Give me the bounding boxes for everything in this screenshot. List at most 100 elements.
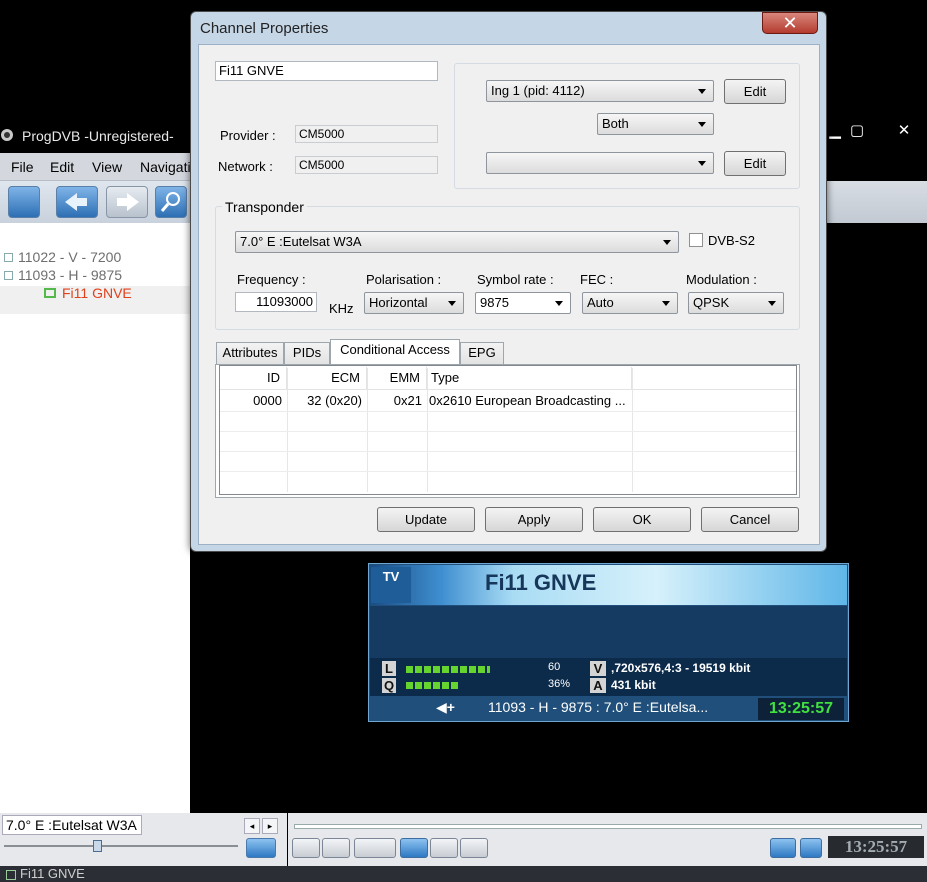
rewind-icon[interactable] <box>322 838 350 858</box>
collapse-minus-icon[interactable] <box>4 271 13 280</box>
main-window-title: ProgDVB -Unregistered- <box>22 128 174 144</box>
seek-bar[interactable] <box>294 824 922 829</box>
tree-item-transponder-2[interactable]: 11093 - H - 9875 <box>0 267 122 285</box>
column-header-ecm[interactable]: ECM <box>287 367 367 389</box>
pause-icon[interactable] <box>354 838 396 858</box>
subtitle-track-select[interactable] <box>486 152 714 174</box>
osd-quality-bar <box>406 682 460 689</box>
row-divider <box>220 411 796 412</box>
dvbs2-label: DVB-S2 <box>708 233 755 248</box>
cancel-button[interactable]: Cancel <box>701 507 799 532</box>
player-clock: 13:25:57 <box>828 836 924 858</box>
dialog-title: Channel Properties <box>200 20 329 37</box>
stop-icon[interactable] <box>400 838 428 858</box>
symbol-rate-combo[interactable]: 9875 <box>475 292 571 314</box>
tree-item-label: 11093 - H - 9875 <box>18 267 123 283</box>
osd-channel-name: Fi11 GNVE <box>485 570 597 595</box>
transponder-select[interactable]: 7.0° E :Eutelsat W3A <box>235 231 679 253</box>
audio-track-value: Ing 1 (pid: 4112) <box>491 83 585 98</box>
expand-plus-icon[interactable] <box>4 253 13 262</box>
ok-button[interactable]: OK <box>593 507 691 532</box>
symbol-rate-label: Symbol rate : <box>477 272 554 287</box>
osd-quality-value: 36% <box>548 678 571 690</box>
osd-video-info: ,720x576,4:3 - 19519 kbit <box>611 661 751 675</box>
polarisation-label: Polarisation : <box>366 272 442 287</box>
frequency-label: Frequency : <box>237 272 306 287</box>
speaker-icon[interactable] <box>246 838 276 858</box>
menu-edit[interactable]: Edit <box>50 159 74 175</box>
apply-button[interactable]: Apply <box>485 507 583 532</box>
fast-forward-icon[interactable] <box>430 838 458 858</box>
column-divider <box>427 368 428 492</box>
fec-select[interactable]: Auto <box>582 292 678 314</box>
network-field[interactable]: CM5000 <box>295 156 438 174</box>
dvbs2-checkbox[interactable] <box>689 233 703 247</box>
provider-field[interactable]: CM5000 <box>295 125 438 143</box>
modulation-select[interactable]: QPSK <box>688 292 784 314</box>
chevron-down-icon <box>555 301 563 306</box>
search-icon[interactable] <box>155 186 187 218</box>
fec-label: FEC : <box>580 272 614 287</box>
row-divider <box>220 431 796 432</box>
transponder-group-label: Transponder <box>222 199 307 215</box>
tab-pids[interactable]: PIDs <box>284 342 330 364</box>
forward-arrow-icon[interactable] <box>106 186 148 218</box>
transponder-value: 7.0° E :Eutelsat W3A <box>240 234 362 249</box>
polarisation-select[interactable]: Horizontal <box>364 292 464 314</box>
column-header-emm[interactable]: EMM <box>367 367 427 389</box>
column-header-type[interactable]: Type <box>427 367 632 389</box>
tree-item-channel[interactable]: Fi11 GNVE <box>44 285 132 303</box>
tab-epg[interactable]: EPG <box>460 342 504 364</box>
frequency-unit: KHz <box>329 301 354 316</box>
edit-subtitle-button[interactable]: Edit <box>724 151 786 176</box>
tree-item-transponder-1[interactable]: 11022 - V - 7200 <box>0 249 121 267</box>
open-folder-icon[interactable] <box>8 186 40 218</box>
audio-track-select[interactable]: Ing 1 (pid: 4112) <box>486 80 714 102</box>
osd-level-value: 60 <box>548 661 561 673</box>
status-tv-icon <box>6 870 16 880</box>
chevron-down-icon <box>663 240 671 245</box>
chevron-down-icon <box>698 122 706 127</box>
equalizer-icon[interactable] <box>770 838 796 858</box>
chevron-down-icon <box>448 301 456 306</box>
scroll-right-icon[interactable]: ▸ <box>262 818 278 834</box>
audio-channel-select[interactable]: Both <box>597 113 714 135</box>
volume-slider-track[interactable] <box>4 845 238 847</box>
menu-file[interactable]: File <box>11 159 34 175</box>
chevron-down-icon <box>698 161 706 166</box>
tab-conditional-access[interactable]: Conditional Access <box>330 339 460 365</box>
osd-epg-area <box>370 606 847 658</box>
osd-speaker-icon: ◀+ <box>436 699 455 715</box>
cell-type: 0x2610 European Broadcasting ... <box>429 393 626 408</box>
menu-view[interactable]: View <box>92 159 122 175</box>
osd-level-bar <box>406 666 490 673</box>
column-divider <box>287 368 288 492</box>
row-divider <box>220 471 796 472</box>
cell-ecm: 32 (0x20) <box>307 393 362 408</box>
main-close-button[interactable]: ✕ <box>889 122 919 140</box>
skip-forward-icon[interactable] <box>460 838 488 858</box>
osd-video-label: V <box>590 661 606 676</box>
osd-time: 13:25:57 <box>758 698 844 720</box>
volume-slider-thumb[interactable] <box>93 840 102 852</box>
modulation-label: Modulation : <box>686 272 757 287</box>
maximize-button[interactable]: ▢ <box>842 122 872 140</box>
column-header-id[interactable]: ID <box>220 367 287 389</box>
frequency-field[interactable]: 11093000 <box>235 292 317 312</box>
tab-attributes[interactable]: Attributes <box>216 342 284 364</box>
app-logo-icon <box>1 129 13 141</box>
edit-audio-button[interactable]: Edit <box>724 79 786 104</box>
back-arrow-icon[interactable] <box>56 186 98 218</box>
channel-name-field[interactable]: Fi11 GNVE <box>215 61 438 81</box>
skip-back-icon[interactable] <box>292 838 320 858</box>
refresh-icon[interactable] <box>800 838 822 858</box>
osd-tv-badge: TV <box>371 567 411 603</box>
row-divider <box>220 451 796 452</box>
tv-channel-icon <box>44 288 56 298</box>
osd-audio-label: A <box>590 678 606 693</box>
fec-value: Auto <box>587 295 614 310</box>
update-button[interactable]: Update <box>377 507 475 532</box>
scroll-left-icon[interactable]: ◂ <box>244 818 260 834</box>
dialog-close-button[interactable]: ✕ <box>762 12 818 34</box>
modulation-value: QPSK <box>693 295 730 310</box>
